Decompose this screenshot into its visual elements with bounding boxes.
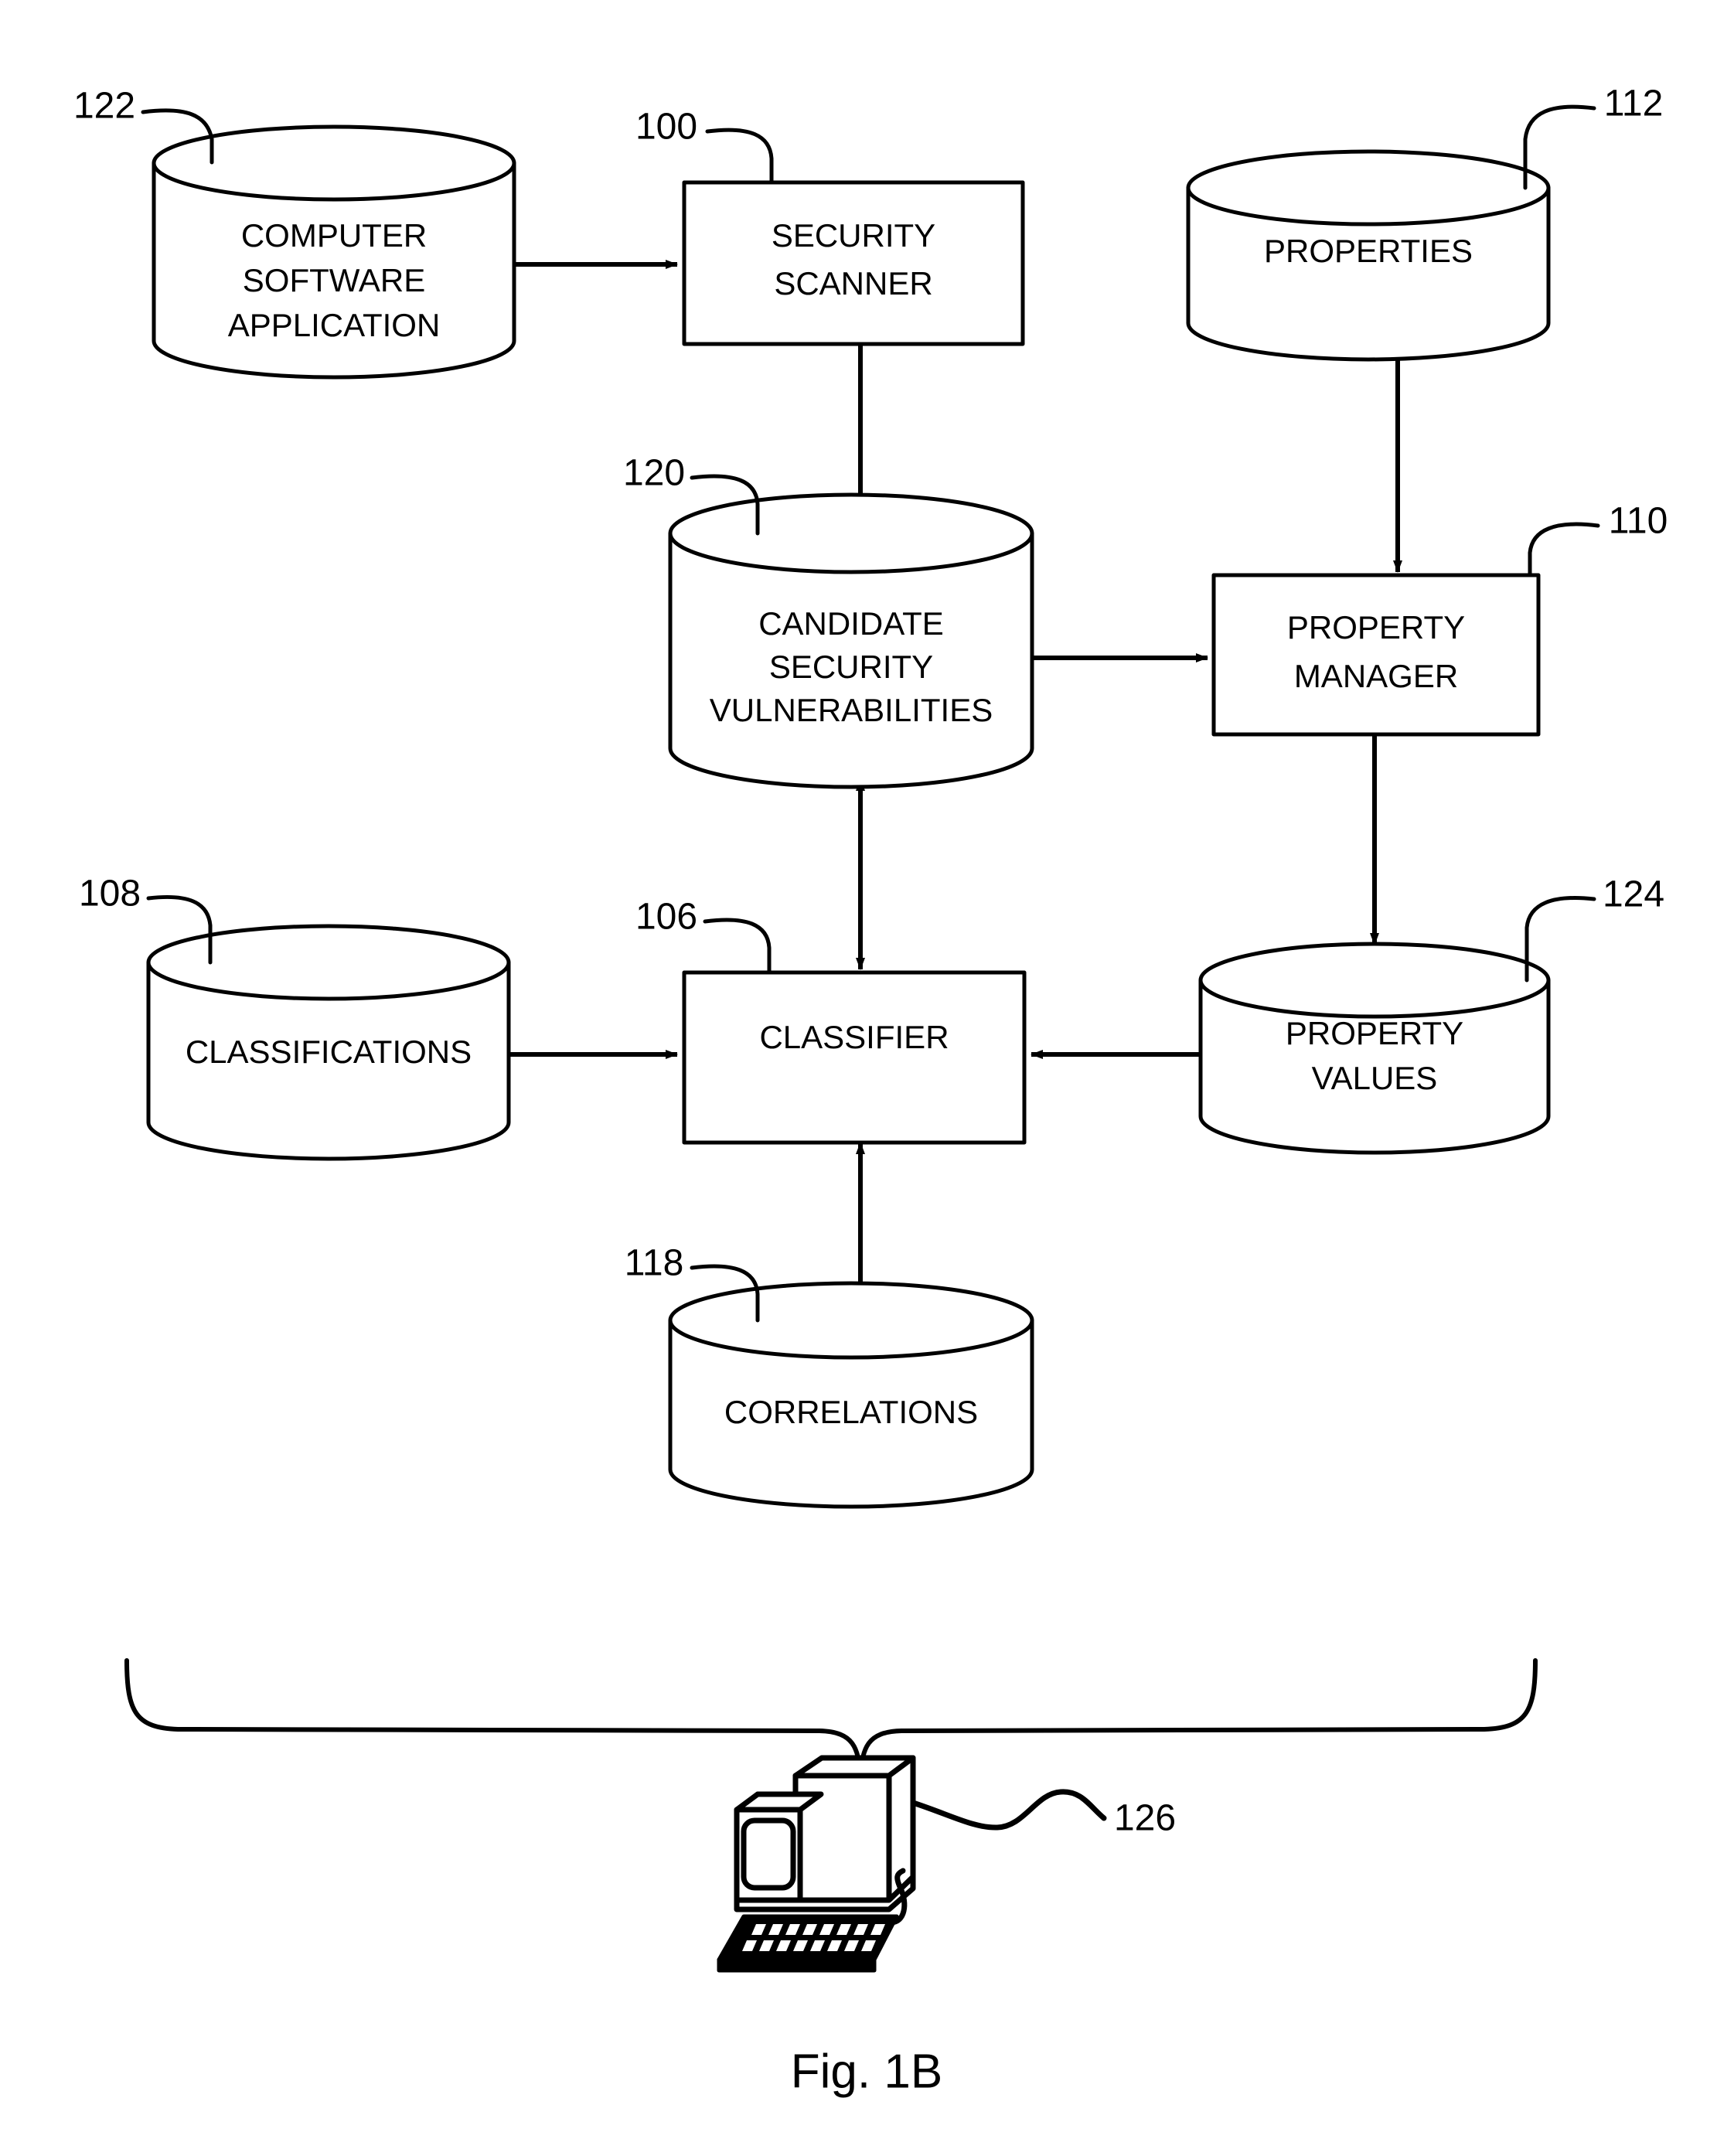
figure-caption: Fig. 1B: [791, 2045, 942, 2098]
csa-label-line1: COMPUTER: [241, 217, 427, 254]
connectors: [509, 260, 1402, 1319]
security-scanner-label-line2: SCANNER: [774, 265, 932, 301]
csa-cylinder-top: [152, 124, 516, 202]
correlations-cylinder-top: [668, 1281, 1034, 1360]
properties-cylinder-top: [1186, 149, 1551, 226]
ref-number-120: 120: [623, 453, 685, 494]
node-computer-software-application[interactable]: COMPUTER SOFTWARE APPLICATION 122: [73, 86, 516, 380]
keyboard-front-edge: [717, 1957, 877, 1973]
ref-number-126: 126: [1114, 1798, 1176, 1839]
property-manager-ref-leader: [1528, 522, 1600, 577]
csv-label-line1: CANDIDATE: [758, 605, 944, 642]
ref-number-108: 108: [79, 874, 141, 915]
ref-number-112: 112: [1604, 83, 1664, 124]
ref-number-124: 124: [1603, 874, 1664, 915]
node-property-manager[interactable]: PROPERTY MANAGER 110: [1211, 501, 1668, 737]
property-values-label-line2: VALUES: [1312, 1060, 1438, 1096]
node-classifier[interactable]: CLASSIFIER 106: [635, 897, 1027, 1145]
classifier-box: [682, 970, 1027, 1145]
node-correlations[interactable]: CORRELATIONS 118: [625, 1243, 1034, 1509]
csv-label-line2: SECURITY: [769, 649, 933, 685]
classifications-label: CLASSIFICATIONS: [186, 1034, 472, 1070]
classifications-cylinder-top: [146, 924, 511, 1001]
patent-diagram: COMPUTER SOFTWARE APPLICATION 122 SECURI…: [73, 83, 1668, 2099]
security-scanner-ref-leader: [705, 128, 774, 185]
ref-number-106: 106: [635, 897, 697, 938]
keyboard-top: [717, 1914, 899, 1962]
ref-number-110: 110: [1609, 501, 1668, 542]
node-classifications[interactable]: CLASSIFICATIONS 108: [79, 874, 511, 1161]
csa-label-line2: SOFTWARE: [243, 262, 425, 298]
classifier-label: CLASSIFIER: [759, 1019, 949, 1055]
property-values-cylinder-top: [1198, 942, 1551, 1019]
property-manager-box: [1211, 573, 1541, 737]
ref-number-100: 100: [635, 107, 697, 148]
node-property-values[interactable]: PROPERTY VALUES 124: [1198, 874, 1664, 1155]
computer-icon[interactable]: 126: [717, 1755, 1176, 1973]
csa-label-line3: APPLICATION: [228, 307, 441, 343]
properties-label: PROPERTIES: [1264, 233, 1473, 269]
property-manager-label-line2: MANAGER: [1294, 658, 1458, 694]
node-security-scanner[interactable]: SECURITY SCANNER 100: [635, 107, 1025, 346]
property-values-label-line1: PROPERTY: [1286, 1015, 1463, 1051]
patent-figure-page: COMPUTER SOFTWARE APPLICATION 122 SECURI…: [0, 0, 1734, 2156]
node-candidate-security-vulnerabilities[interactable]: CANDIDATE SECURITY VULNERABILITIES 120: [623, 453, 1034, 789]
correlations-label: CORRELATIONS: [724, 1394, 978, 1430]
csv-cylinder-top: [668, 492, 1034, 574]
csv-label-line3: VULNERABILITIES: [710, 692, 993, 728]
node-properties[interactable]: PROPERTIES 112: [1186, 83, 1664, 362]
property-manager-label-line1: PROPERTY: [1287, 609, 1465, 645]
classifier-ref-leader: [703, 918, 772, 975]
security-scanner-box: [682, 180, 1025, 346]
monitor-screen: [741, 1817, 796, 1891]
computer-ref-cable: [910, 1789, 1107, 1831]
security-scanner-label-line1: SECURITY: [772, 217, 935, 254]
ref-number-118: 118: [625, 1243, 684, 1284]
ref-number-122: 122: [73, 86, 135, 127]
